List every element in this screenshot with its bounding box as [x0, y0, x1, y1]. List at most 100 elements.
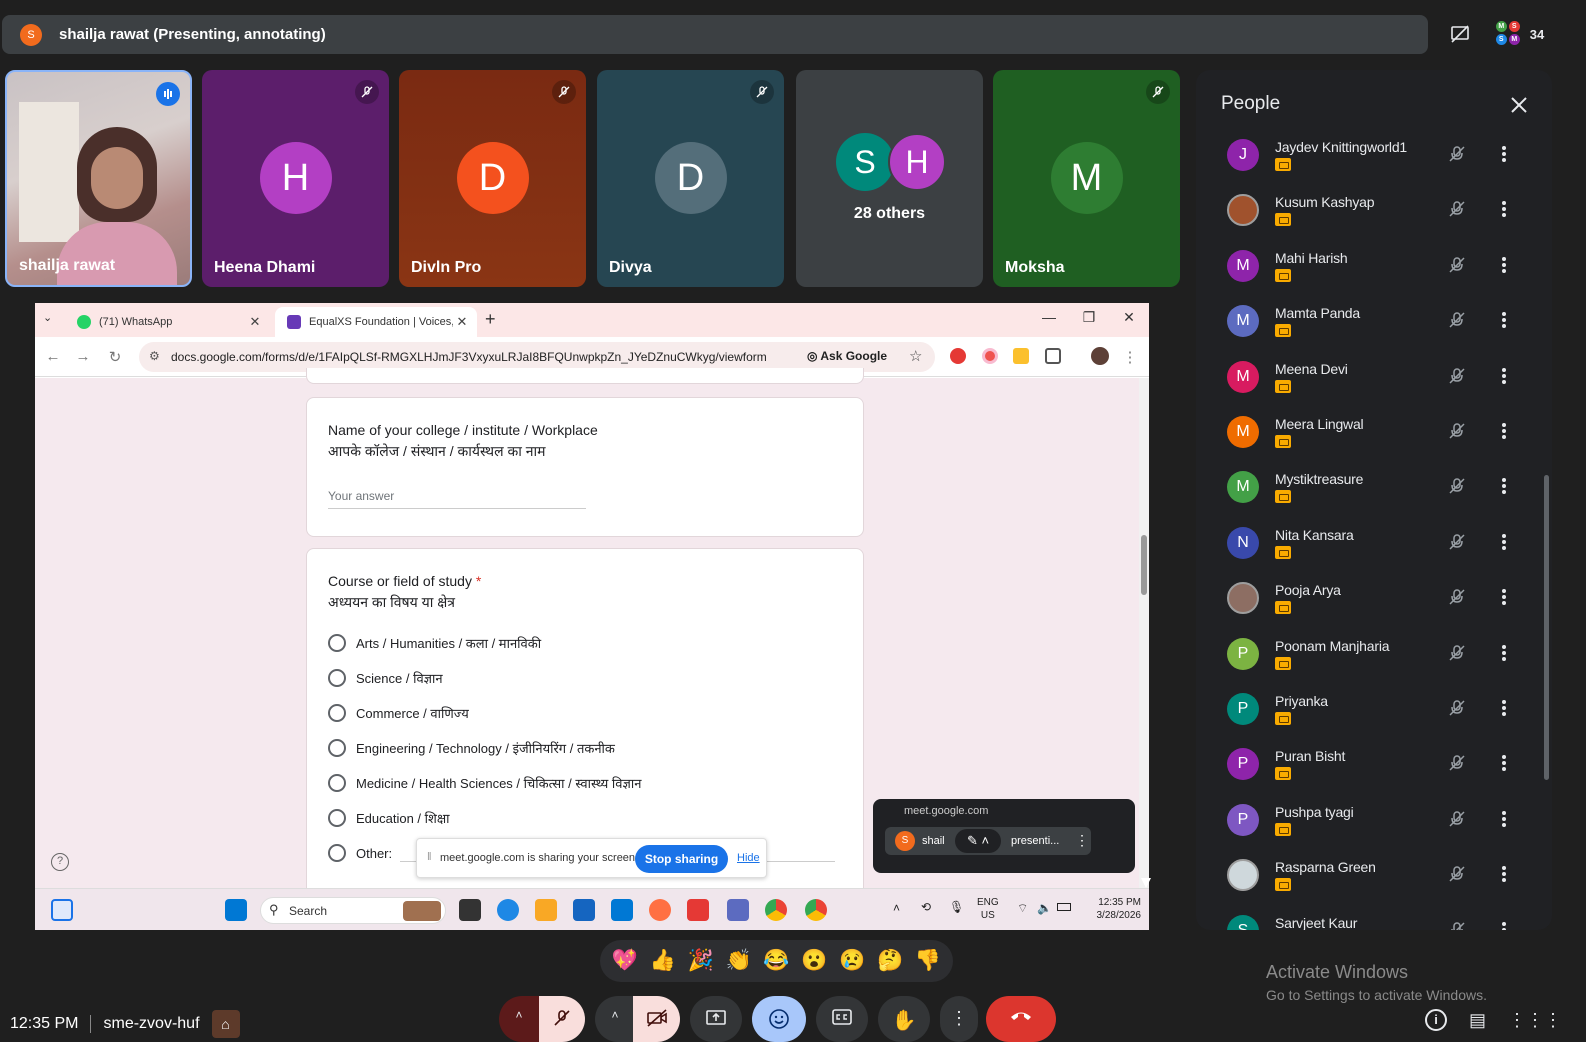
- camera-options-chevron-icon[interactable]: ˄: [595, 996, 635, 1042]
- raise-hand-button[interactable]: ✋: [878, 996, 930, 1042]
- help-icon[interactable]: ?: [51, 853, 69, 871]
- site-info-icon[interactable]: ⚙: [149, 349, 160, 363]
- volume-icon[interactable]: 🔈: [1037, 901, 1052, 915]
- extension-icon[interactable]: [950, 348, 966, 364]
- new-tab-button[interactable]: +: [485, 309, 496, 330]
- reaction-emoji-button[interactable]: 🎉: [683, 949, 719, 973]
- camera-off-button[interactable]: [633, 996, 680, 1042]
- others-tile[interactable]: S H 28 others: [796, 70, 983, 287]
- mic-off-icon[interactable]: [1443, 583, 1471, 611]
- mic-off-icon[interactable]: [1443, 251, 1471, 279]
- mic-off-icon[interactable]: [1443, 916, 1471, 930]
- chat-icon[interactable]: ▤: [1469, 1010, 1486, 1031]
- meeting-details-icon[interactable]: i: [1425, 1009, 1447, 1031]
- chrome-icon[interactable]: [765, 899, 787, 921]
- scrollbar-thumb[interactable]: [1141, 535, 1147, 595]
- tab-whatsapp[interactable]: (71) WhatsApp ✕: [65, 307, 270, 337]
- extension-icon[interactable]: [982, 348, 998, 364]
- participant-row[interactable]: M Mamta Panda: [1196, 300, 1552, 355]
- meeting-code[interactable]: sme-zvov-huf: [103, 1015, 199, 1033]
- tray-chevron-icon[interactable]: ˄: [893, 901, 900, 915]
- participant-more-icon[interactable]: [1495, 749, 1513, 777]
- mic-off-icon[interactable]: [1443, 472, 1471, 500]
- outlook-icon[interactable]: [611, 899, 633, 921]
- participant-more-icon[interactable]: [1495, 694, 1513, 722]
- participant-more-icon[interactable]: [1495, 195, 1513, 223]
- language-indicator[interactable]: ENG US: [977, 896, 999, 922]
- back-icon[interactable]: ←: [43, 348, 63, 365]
- radio-button[interactable]: [328, 739, 346, 757]
- radio-option[interactable]: Arts / Humanities / कला / मानविकी: [328, 633, 541, 653]
- participant-more-icon[interactable]: [1495, 583, 1513, 611]
- close-icon[interactable]: [1504, 90, 1534, 120]
- companion-mode-icon[interactable]: ⌂: [211, 1010, 240, 1038]
- drag-handle-icon[interactable]: ‖: [427, 851, 432, 863]
- minimize-button[interactable]: —: [1037, 309, 1061, 325]
- close-window-button[interactable]: ✕: [1117, 309, 1141, 326]
- windows-start-icon[interactable]: [225, 899, 247, 921]
- people-count-button[interactable]: MSSM 34: [1488, 17, 1552, 51]
- participant-row[interactable]: P Poonam Manjharia: [1196, 633, 1552, 688]
- reaction-emoji-button[interactable]: 💖: [607, 949, 643, 973]
- radio-option[interactable]: Education / शिक्षा: [328, 808, 450, 828]
- participant-row[interactable]: P Pushpa tyagi: [1196, 799, 1552, 854]
- teams-icon[interactable]: [727, 899, 749, 921]
- participant-more-icon[interactable]: [1495, 472, 1513, 500]
- wifi-icon[interactable]: ⌔: [1017, 901, 1028, 916]
- mic-off-icon[interactable]: [1443, 805, 1471, 833]
- page-scrollbar[interactable]: [1139, 378, 1149, 888]
- extensions-puzzle-icon[interactable]: [1045, 348, 1061, 364]
- radio-option[interactable]: Engineering / Technology / इंजीनियरिंग /…: [328, 738, 615, 758]
- participant-row[interactable]: M Mystiktreasure: [1196, 466, 1552, 521]
- meet-mini-window[interactable]: meet.google.com S shail ✎ ˄ presenti... …: [873, 799, 1135, 873]
- chrome-icon[interactable]: [805, 899, 827, 921]
- sync-icon[interactable]: ⟲: [921, 900, 931, 914]
- reaction-emoji-button[interactable]: 👍: [645, 949, 681, 973]
- mic-off-icon[interactable]: [1443, 860, 1471, 888]
- taskbar-clock[interactable]: 12:35 PM 3/28/2026: [1083, 896, 1142, 922]
- participant-more-icon[interactable]: [1495, 362, 1513, 390]
- participant-more-icon[interactable]: [1495, 916, 1513, 930]
- mic-off-icon[interactable]: [1443, 694, 1471, 722]
- mic-off-icon[interactable]: [1443, 362, 1471, 390]
- reaction-emoji-button[interactable]: 😮: [796, 949, 832, 973]
- mic-off-icon[interactable]: [1443, 749, 1471, 777]
- captions-button[interactable]: [816, 996, 868, 1042]
- video-tile-moksha[interactable]: M Moksha: [993, 70, 1180, 287]
- edge-icon[interactable]: [497, 899, 519, 921]
- tab-equalxs[interactable]: EqualXS Foundation | Voices, Sk ✕: [275, 307, 477, 337]
- ask-google-button[interactable]: ◎ Ask Google: [807, 349, 887, 363]
- participant-row[interactable]: Pooja Arya: [1196, 577, 1552, 632]
- participant-more-icon[interactable]: [1495, 251, 1513, 279]
- leave-call-button[interactable]: [986, 996, 1056, 1042]
- tab-close-icon[interactable]: ✕: [246, 314, 264, 330]
- participant-row[interactable]: P Puran Bisht: [1196, 743, 1552, 798]
- extension-icon[interactable]: [1013, 348, 1029, 364]
- battery-icon[interactable]: [1057, 903, 1071, 911]
- participant-more-icon[interactable]: [1495, 417, 1513, 445]
- mic-off-icon[interactable]: [1443, 140, 1471, 168]
- participant-more-icon[interactable]: [1495, 639, 1513, 667]
- taskbar-search[interactable]: ⚲ Search: [260, 897, 446, 924]
- wps-icon[interactable]: [687, 899, 709, 921]
- restore-button[interactable]: ❐: [1077, 309, 1101, 326]
- participant-more-icon[interactable]: [1495, 140, 1513, 168]
- mic-off-icon[interactable]: [1443, 306, 1471, 334]
- radio-button[interactable]: [328, 634, 346, 652]
- radio-button[interactable]: [328, 844, 346, 862]
- file-explorer-icon[interactable]: [535, 899, 557, 921]
- reaction-emoji-button[interactable]: 👏: [721, 949, 757, 973]
- radio-button[interactable]: [328, 809, 346, 827]
- participant-row[interactable]: M Meena Devi: [1196, 356, 1552, 411]
- tab-search-icon[interactable]: ⌄: [43, 311, 52, 324]
- radio-option[interactable]: Medicine / Health Sciences / चिकित्सा / …: [328, 773, 641, 793]
- mic-off-icon[interactable]: [1443, 639, 1471, 667]
- reaction-emoji-button[interactable]: 👎: [910, 949, 946, 973]
- present-screen-button[interactable]: [690, 996, 742, 1042]
- video-tile-shailja[interactable]: shailja rawat: [5, 70, 192, 287]
- reaction-emoji-button[interactable]: 😂: [758, 949, 794, 973]
- more-options-icon[interactable]: ⋮: [940, 996, 978, 1042]
- bookmark-star-icon[interactable]: ☆: [909, 347, 922, 365]
- profile-avatar[interactable]: [1091, 347, 1109, 365]
- participant-more-icon[interactable]: [1495, 528, 1513, 556]
